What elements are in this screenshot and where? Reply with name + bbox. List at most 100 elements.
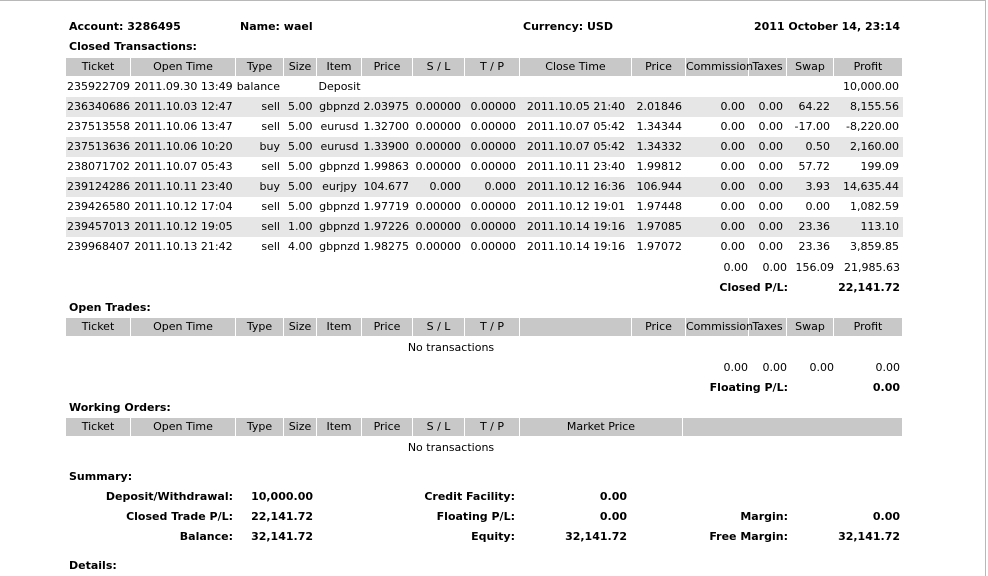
- working-col-header: Type: [236, 418, 284, 436]
- working-col-header: Price: [362, 418, 413, 436]
- cell-taxes: 0.00: [758, 140, 784, 153]
- cell-stop-loss: [413, 77, 461, 97]
- cell-type: sell: [261, 120, 280, 133]
- closed-col-header: Ticket: [66, 58, 131, 76]
- closed-col-header: Price: [632, 58, 686, 76]
- cell-open-time: 2011.09.30 13:49: [134, 80, 233, 93]
- cell-commission: 0.00: [720, 180, 746, 193]
- closed-col-header: Size: [284, 58, 317, 76]
- cell-profit: 2,160.00: [850, 140, 899, 153]
- open-total-commission: 0.00: [723, 361, 749, 374]
- open-total-taxes: 0.00: [762, 361, 788, 374]
- cell-type: sell: [261, 240, 280, 253]
- open-col-header: Type: [236, 318, 284, 336]
- cell-size: 5.00: [288, 200, 313, 213]
- cell-close-time: 2011.10.14 19:16: [526, 240, 626, 253]
- working-col-header: Size: [284, 418, 317, 436]
- closed-table-header: Ticket Open Time Type Size Item Price S / LT /…: [66, 58, 903, 76]
- credit-facility-label: Credit Facility:: [424, 490, 515, 503]
- cell-commission: 0.00: [720, 240, 746, 253]
- cell-size: 1.00: [288, 220, 313, 233]
- closed-total-commission: 0.00: [723, 261, 749, 274]
- floating-pl-value: 0.00: [872, 381, 900, 394]
- cell-open-time: 2011.10.06 13:47: [134, 120, 233, 133]
- cell-close-price: 2.01846: [636, 100, 683, 113]
- working-col-header: Open Time: [131, 418, 236, 436]
- open-trades-title: Open Trades:: [69, 301, 151, 314]
- cell-taxes: [749, 77, 783, 97]
- cell-close-time: 2011.10.12 19:01: [526, 200, 626, 213]
- cell-type: sell: [261, 220, 280, 233]
- cell-close-time: 2011.10.05 21:40: [526, 100, 626, 113]
- open-col-header: Commission: [686, 318, 753, 336]
- currency-label: Currency: USD: [523, 20, 613, 33]
- table-row: 237513636 2011.10.06 10:20 buy 5.00 eurusd 1.…: [66, 137, 903, 157]
- equity-value: 32,141.72: [565, 530, 627, 543]
- cell-swap: 0.00: [805, 200, 831, 213]
- cell-open-time: 2011.10.11 23:40: [134, 180, 233, 193]
- cell-commission: [686, 77, 745, 97]
- cell-stop-loss: 0.00000: [415, 140, 462, 153]
- cell-item: gbpnzd: [319, 200, 360, 213]
- cell-stop-loss: 0.00000: [415, 100, 462, 113]
- cell-profit: 199.09: [860, 160, 900, 173]
- table-row: 235922709 2011.09.30 13:49 balance Deposit 1…: [66, 77, 903, 97]
- cell-item: gbpnzd: [319, 160, 360, 173]
- table-row: 238071702 2011.10.07 05:43 sell 5.00 gbpnzd 1…: [66, 157, 903, 177]
- cell-item: eurjpy: [322, 180, 357, 193]
- cell-price: 1.32700: [363, 120, 410, 133]
- cell-type: buy: [259, 140, 280, 153]
- deposit-label: Deposit/Withdrawal:: [105, 490, 233, 503]
- cell-close-time: [520, 77, 632, 97]
- open-empty-message: No transactions: [407, 341, 495, 354]
- closed-total-swap: 156.09: [795, 261, 835, 274]
- cell-take-profit: [465, 77, 516, 97]
- working-col-header: [683, 418, 903, 436]
- closed-pl-value: 22,141.72: [838, 281, 900, 294]
- cell-price: 1.98275: [363, 240, 410, 253]
- cell-size: 5.00: [288, 100, 313, 113]
- open-col-header: Size: [284, 318, 317, 336]
- name-label: Name: wael: [240, 20, 313, 33]
- cell-item: gbpnzd: [319, 220, 360, 233]
- closed-col-header: Taxes: [749, 58, 787, 76]
- cell-ticket: 235922709: [67, 80, 130, 93]
- cell-size: 5.00: [288, 140, 313, 153]
- table-row: 239124286 2011.10.11 23:40 buy 5.00 eurjpy 10…: [66, 177, 903, 197]
- cell-close-price: 1.97072: [636, 240, 683, 253]
- open-col-header: Ticket: [66, 318, 131, 336]
- working-col-header: Market Price: [520, 418, 683, 436]
- closed-col-header: T / P: [465, 58, 520, 76]
- open-col-header: T / P: [465, 318, 520, 336]
- credit-facility-value: 0.00: [599, 490, 627, 503]
- cell-stop-loss: 0.00000: [415, 220, 462, 233]
- cell-take-profit: 0.00000: [470, 240, 517, 253]
- cell-swap: 23.36: [798, 240, 831, 253]
- open-col-header: Price: [362, 318, 413, 336]
- cell-close-price: 1.34332: [636, 140, 683, 153]
- cell-swap: 0.50: [805, 140, 831, 153]
- open-col-header: Item: [317, 318, 362, 336]
- report-datetime: 2011 October 14, 23:14: [753, 20, 900, 33]
- cell-close-price: [632, 77, 682, 97]
- cell-type: sell: [261, 200, 280, 213]
- cell-item: gbpnzd: [319, 240, 360, 253]
- cell-close-price: 1.97085: [636, 220, 683, 233]
- closed-col-header: Commission: [686, 58, 753, 76]
- cell-size: 5.00: [288, 160, 313, 173]
- cell-type: buy: [259, 180, 280, 193]
- balance-label: Balance:: [179, 530, 233, 543]
- closed-transactions-title: Closed Transactions:: [69, 40, 197, 53]
- cell-ticket: 237513558: [67, 120, 130, 133]
- cell-stop-loss: 0.000: [429, 180, 462, 193]
- cell-taxes: 0.00: [758, 240, 784, 253]
- cell-take-profit: 0.00000: [470, 200, 517, 213]
- cell-stop-loss: 0.00000: [415, 120, 462, 133]
- cell-commission: 0.00: [720, 140, 746, 153]
- cell-size: [284, 77, 317, 97]
- cell-item: eurusd: [320, 140, 359, 153]
- cell-take-profit: 0.000: [484, 180, 517, 193]
- balance-value: 32,141.72: [251, 530, 313, 543]
- cell-type: balance: [236, 80, 280, 93]
- cell-price: 1.97226: [363, 220, 410, 233]
